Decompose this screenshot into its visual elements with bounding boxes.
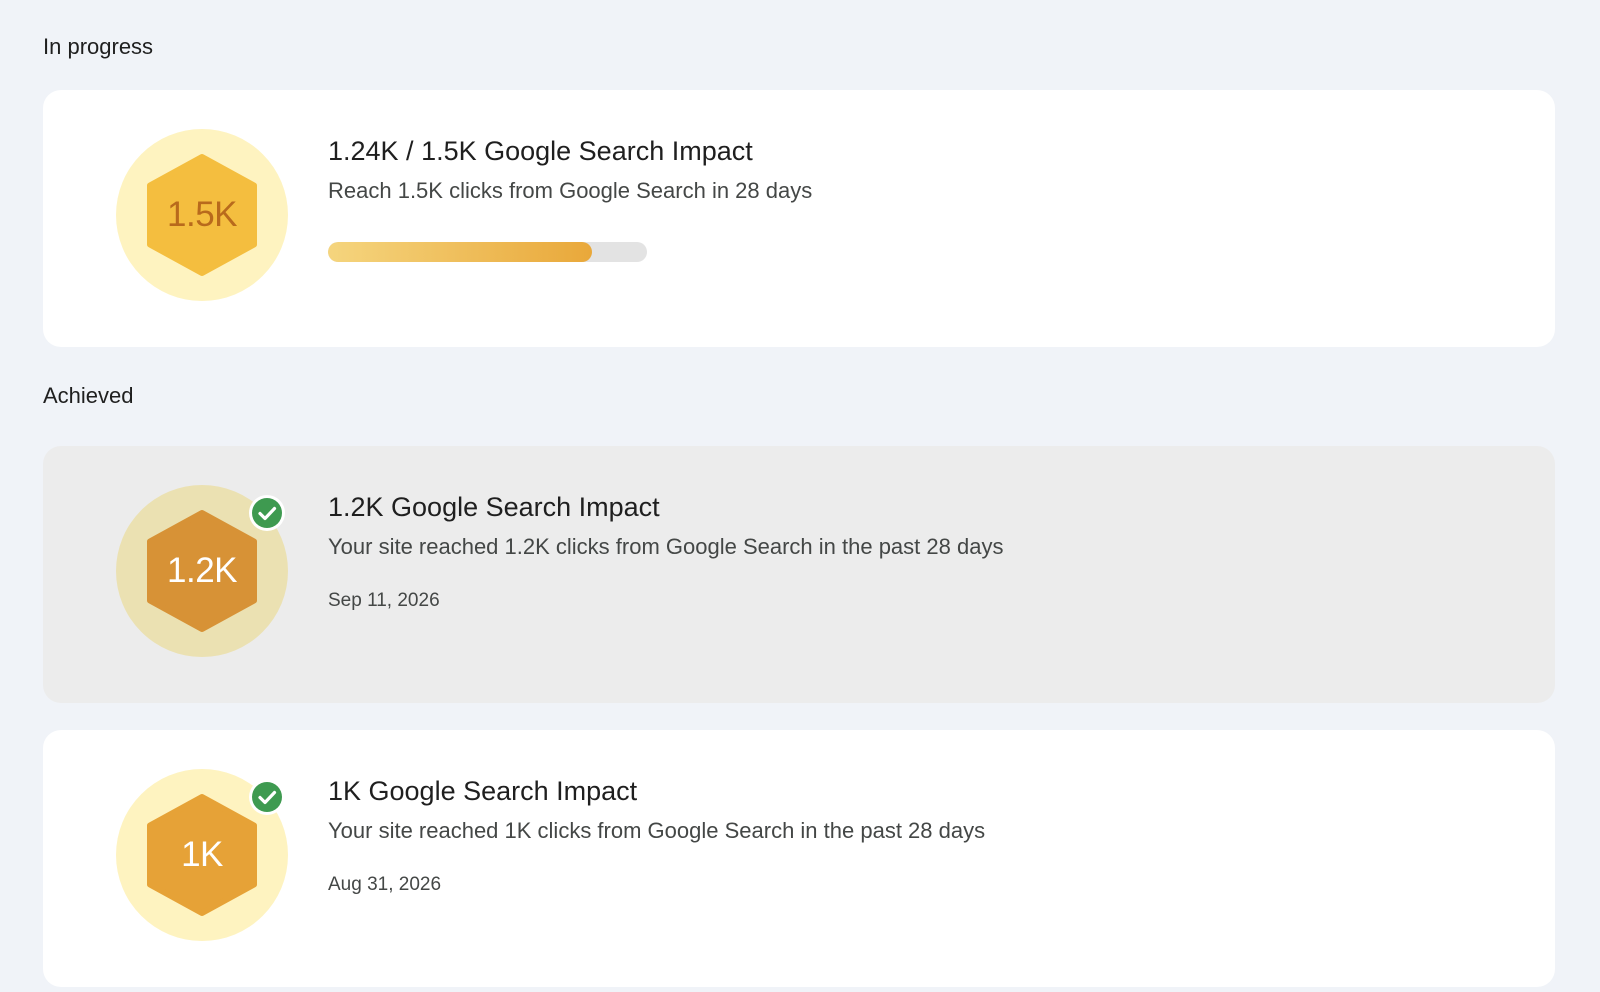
check-circle-icon <box>248 778 286 816</box>
in-progress-heading: In progress <box>43 34 154 59</box>
milestone-card-achieved: 1.2K 1.2K Google Search Impact Your site… <box>43 446 1555 703</box>
milestone-description: Reach 1.5K clicks from Google Search in … <box>328 178 813 203</box>
milestone-card-achieved: 1K 1K Google Search Impact Your site rea… <box>43 730 1555 987</box>
milestone-badge: 1K <box>116 769 288 941</box>
milestone-badge: 1.2K <box>116 485 288 657</box>
progress-bar <box>328 242 647 262</box>
milestone-card-in-progress: 1.5K 1.24K / 1.5K Google Search Impact R… <box>43 90 1555 347</box>
milestone-description: Your site reached 1K clicks from Google … <box>328 818 986 843</box>
milestone-title: 1.2K Google Search Impact <box>328 492 660 522</box>
milestone-title: 1K Google Search Impact <box>328 776 638 806</box>
milestone-badge: 1.5K <box>116 129 288 301</box>
milestone-description: Your site reached 1.2K clicks from Googl… <box>328 534 1004 559</box>
badge-label: 1.5K <box>167 195 238 234</box>
check-circle-icon <box>248 494 286 532</box>
milestone-title: 1.24K / 1.5K Google Search Impact <box>328 136 753 166</box>
achieved-date: Sep 11, 2026 <box>328 590 440 611</box>
progress-bar-fill <box>328 242 592 262</box>
achieved-heading: Achieved <box>43 383 134 408</box>
achieved-date: Aug 31, 2026 <box>328 874 442 895</box>
